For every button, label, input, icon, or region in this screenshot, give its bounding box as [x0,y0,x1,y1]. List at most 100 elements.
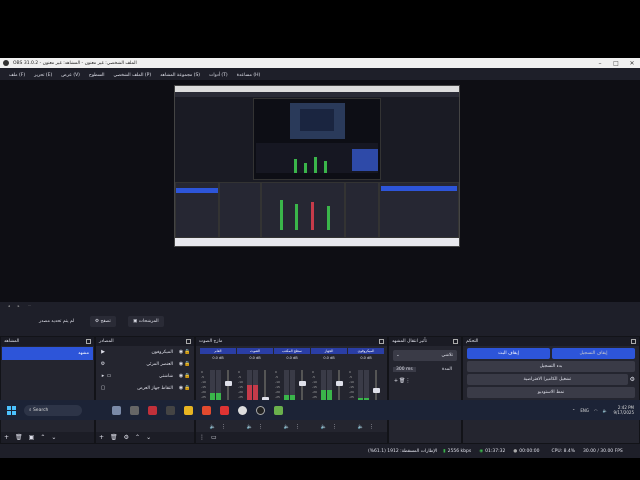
signal-icon: ▮ [443,448,446,454]
speaker-icon[interactable]: 🔈 [247,424,253,432]
controls-dock-header: التحكم [463,337,639,346]
brave-icon[interactable] [202,405,211,415]
nested-sources-dock [219,182,261,238]
more-icon[interactable]: ⋮ [295,424,300,432]
more-icon[interactable]: ⋮ [369,424,374,432]
move-up-icon[interactable]: ⌃ [135,434,140,441]
lock-icon[interactable]: 🔒 [184,349,190,355]
app-icon[interactable] [166,405,175,415]
move-down-icon[interactable]: ⌄ [146,434,151,441]
virtual-cam-row: تشغيل الكاميرا الافتراضية ⚙ [463,372,639,385]
lang-indicator[interactable]: ENG [580,408,589,413]
windows-start-icon[interactable] [7,405,16,415]
mixer-title: مازج الصوت [199,339,223,344]
remove-icon[interactable]: 🗑 [110,434,118,441]
clock[interactable]: 2:42 PM 9/17/2025 [613,405,634,415]
speaker-icon[interactable]: 🔈 [284,424,290,432]
gear-icon[interactable]: ⚙ [630,376,635,383]
minimize-icon[interactable]: – [592,60,608,67]
nested-meter [280,200,283,230]
menu-docks[interactable]: السطوح [89,73,105,78]
source-item[interactable]: ▸ ▭ شاشتي ◉ 🔒 [96,370,194,382]
obs-taskbar-icon[interactable] [256,405,265,415]
nested-menu-bar [175,92,459,97]
undock-icon[interactable] [453,339,458,344]
app-icon[interactable] [274,405,283,415]
fader-knob[interactable] [298,381,306,386]
filter-icon[interactable]: ▣ [29,434,35,441]
more-icon[interactable]: ⋮ [258,424,263,432]
transition-select[interactable]: ⌄ تلاشي [393,350,457,361]
chevron-down-icon: ⌄ [396,353,400,358]
mixer-settings-icon[interactable]: ⋮ [199,434,205,441]
remove-icon[interactable]: 🗑 [15,434,23,441]
duration-row: 300 ms المدة [389,363,461,375]
fader-knob[interactable] [224,381,232,386]
fader-knob[interactable] [372,388,380,393]
menu-help[interactable]: مساعدة (H) [237,73,261,78]
nested-meter [294,159,297,173]
preview-toolbar: ◂ ▸ ⋯ [0,303,640,309]
wifi-icon[interactable]: ◠ [594,408,598,413]
app-icon[interactable] [238,405,247,415]
menu-tools[interactable]: أدوات (T) [209,73,228,78]
app-icon[interactable] [148,405,157,415]
menu-edit[interactable]: تحرير (E) [34,73,52,78]
duration-label: المدة [442,366,452,372]
lock-icon[interactable]: 🔒 [184,373,190,379]
stop-recording-button[interactable]: إيقاف التسجيل [552,348,635,359]
more-icon[interactable]: ⋮ [221,424,226,432]
move-up-icon[interactable]: ⌃ [40,434,45,441]
duration-value[interactable]: 300 ms [393,366,416,372]
window-title: OBS 31.0.2 - الملف الشخصي: غير معنون - ا… [13,60,137,66]
file-explorer-icon[interactable] [184,405,193,415]
undock-icon[interactable] [86,339,91,344]
nested-meter [304,163,307,173]
lock-icon[interactable]: 🔒 [184,385,190,391]
source-item[interactable]: ▢ التقاط جهاز العرض ◉ 🔒 [96,382,194,394]
source-item[interactable]: ⚙ العنصر المرئي ◉ 🔒 [96,358,194,370]
move-down-icon[interactable]: ⌄ [51,434,56,441]
volume-icon[interactable]: 🔈 [603,408,608,413]
menu-view[interactable]: عرض (V) [61,73,80,78]
source-item[interactable]: ▶ الميكروفون ◉ 🔒 [96,346,194,358]
toolbar-icon[interactable]: ⋯ [28,304,32,308]
scene-item[interactable]: مشهد [2,347,93,360]
menu-file[interactable]: ملف (F) [9,73,25,78]
toolbar-icon[interactable]: ▸ [18,304,20,308]
menu-scene-collection[interactable]: مجموعة المشاهد (S) [160,73,200,78]
maximize-icon[interactable]: □ [608,60,624,67]
widget-icon[interactable] [112,405,121,415]
more-icon[interactable]: ⋮ [332,424,337,432]
nested-controls [352,149,378,171]
start-recording-button[interactable]: بدء التسجيل [467,361,635,372]
task-view-icon[interactable] [130,405,139,415]
add-icon[interactable]: + [4,434,9,441]
taskbar-search[interactable]: ⌕ Search [24,404,82,416]
undock-icon[interactable] [379,339,384,344]
app-icon[interactable] [220,405,229,415]
speaker-icon[interactable]: 🔈 [321,424,327,432]
preview-canvas[interactable] [174,85,460,247]
menu-profile[interactable]: الملف الشخصي (P) [113,73,151,78]
add-icon[interactable]: + [99,434,104,441]
undock-icon[interactable] [631,339,636,344]
stop-streaming-button[interactable]: إيقاف البث [467,348,550,359]
mixer-layout-icon[interactable]: ▭ [211,434,217,441]
studio-mode-button[interactable]: نمط الاستوديو [467,387,635,398]
speaker-icon[interactable]: 🔈 [210,424,216,432]
filters-button[interactable]: ▣ المرشحات [128,316,164,327]
virtual-camera-button[interactable]: تشغيل الكاميرا الافتراضية [467,374,628,385]
strip-controls: 🔈 ⋮ [200,424,236,432]
edit-button[interactable]: ⚙ تصفح [90,316,116,327]
lock-icon[interactable]: 🔒 [184,361,190,367]
chevron-up-icon[interactable]: ⌃ [572,408,575,413]
gear-icon[interactable]: ⚙ [124,434,129,441]
undock-icon[interactable] [186,339,191,344]
more-icon[interactable]: ⋮ [405,378,411,384]
close-icon[interactable]: ✕ [624,60,640,67]
speaker-icon[interactable]: 🔈 [358,424,364,432]
toolbar-icon[interactable]: ◂ [8,304,10,308]
preview-area[interactable] [0,80,640,302]
fader-knob[interactable] [335,381,343,386]
